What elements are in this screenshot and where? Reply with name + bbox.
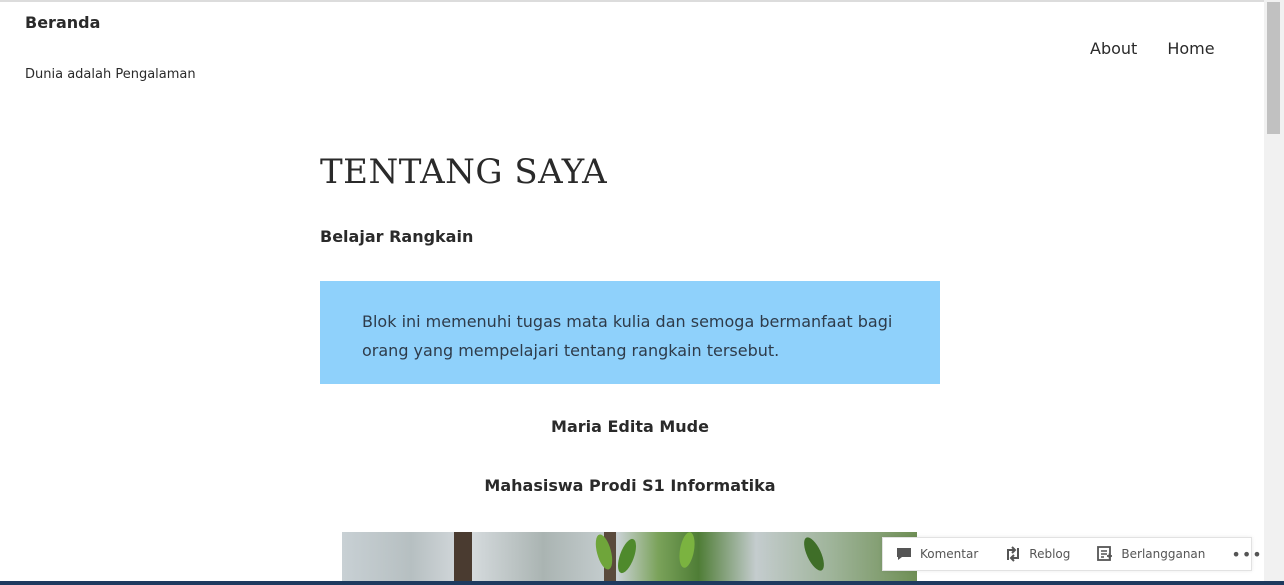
page-subtitle: Belajar Rangkain — [320, 227, 474, 246]
photo-leaf — [800, 534, 828, 574]
main-nav: About Home — [1090, 39, 1215, 58]
site-title[interactable]: Beranda — [25, 13, 100, 32]
author-role: Mahasiswa Prodi S1 Informatika — [484, 476, 776, 495]
photo-leaf — [614, 536, 640, 576]
subscribe-label: Berlangganan — [1121, 547, 1206, 561]
site-tagline: Dunia adalah Pengalaman — [25, 67, 196, 82]
reblog-button[interactable]: Reblog — [1004, 546, 1070, 562]
action-bar: Komentar Reblog Berlangganan ••• — [882, 537, 1262, 571]
subscribe-icon — [1096, 546, 1114, 562]
nav-item-about[interactable]: About — [1090, 39, 1137, 58]
page-title: TENTANG SAYA — [320, 152, 608, 192]
reblog-label: Reblog — [1029, 547, 1071, 561]
photo-tree-trunk — [454, 532, 472, 581]
top-border — [0, 0, 1284, 2]
scrollbar[interactable] — [1264, 0, 1284, 581]
callout-block: Blok ini memenuhi tugas mata kulia dan s… — [320, 281, 940, 384]
scrollbar-thumb[interactable] — [1267, 2, 1280, 134]
bottom-border — [0, 581, 1284, 585]
nav-item-home[interactable]: Home — [1167, 39, 1214, 58]
comment-label: Komentar — [920, 547, 979, 561]
callout-text: Blok ini memenuhi tugas mata kulia dan s… — [362, 312, 893, 360]
reblog-icon — [1004, 546, 1022, 562]
photo-leaf — [676, 532, 698, 569]
comment-button[interactable]: Komentar — [895, 546, 978, 562]
profile-photo — [342, 532, 917, 581]
more-icon[interactable]: ••• — [1231, 545, 1262, 564]
author-name: Maria Edita Mude — [551, 417, 709, 436]
comment-icon — [895, 546, 913, 562]
subscribe-button[interactable]: Berlangganan — [1096, 546, 1205, 562]
